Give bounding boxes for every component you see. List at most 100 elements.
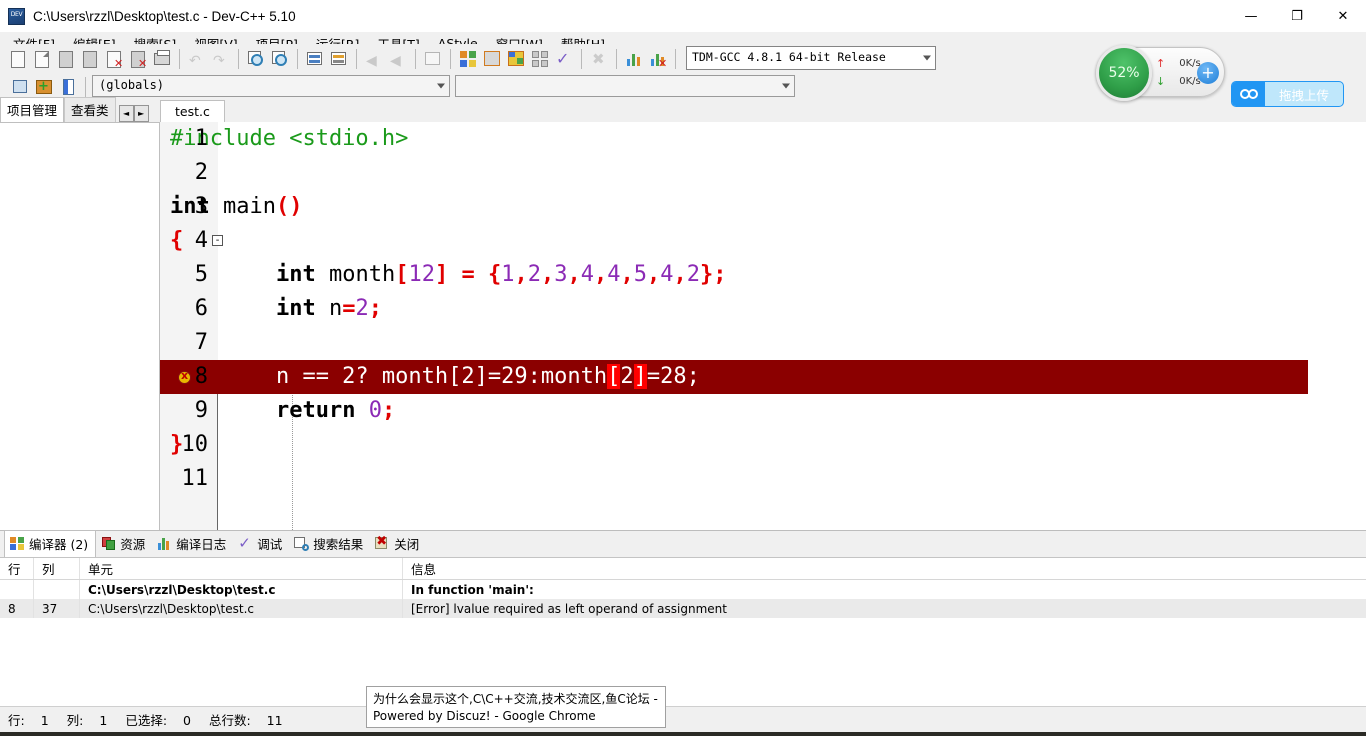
goto-line-icon[interactable] — [304, 48, 326, 70]
drag-upload-button[interactable]: 拖拽上传 — [1231, 81, 1344, 107]
table-row[interactable]: 8 37 C:\Users\rzzl\Desktop\test.c [Error] l… — [0, 599, 1366, 618]
code-token: , — [514, 262, 528, 287]
syntax-check-icon[interactable]: ✓ — [553, 48, 575, 70]
restore-button[interactable]: ❐ — [1274, 0, 1320, 32]
code-line[interactable]: 3 int main() — [160, 190, 1366, 224]
profile-chart-icon[interactable] — [623, 48, 645, 70]
rebuild-all-icon[interactable] — [529, 48, 551, 70]
error-marker-icon[interactable] — [178, 369, 191, 384]
code-line[interactable]: 1 #include <stdio.h> — [160, 122, 1366, 156]
open-file-icon[interactable] — [31, 48, 53, 70]
class-dropdown[interactable] — [455, 75, 795, 97]
project-options-icon[interactable] — [57, 76, 79, 98]
sidebar-tab-project[interactable]: 项目管理 — [0, 97, 65, 122]
sidebar-tab-classes[interactable]: 查看类 — [64, 97, 116, 122]
column-header-line: 行 — [0, 558, 34, 579]
stop-execution-icon[interactable]: ✖ — [588, 48, 610, 70]
cpu-usage-gauge: 52% — [1096, 45, 1152, 101]
browser-tooltip: 为什么会显示这个,C\C++交流,技术交流区,鱼C论坛 - Powered by… — [366, 686, 666, 728]
close-button[interactable]: ✕ — [1320, 0, 1366, 32]
title-bar: C:\Users\rzzl\Desktop\test.c - Dev-C++ 5… — [0, 0, 1366, 32]
app-icon — [8, 7, 25, 25]
scroll-left-icon[interactable]: ◄ — [118, 105, 134, 122]
chevron-down-icon — [437, 83, 445, 89]
bracket-highlight: [ — [607, 364, 621, 389]
code-line[interactable]: 2 — [160, 156, 1366, 190]
globals-dropdown[interactable]: (globals) — [92, 75, 450, 97]
editor-tab-bar: test.c — [160, 100, 1366, 122]
chevron-down-icon — [782, 83, 790, 89]
code-token: 2 — [355, 296, 369, 321]
tab-search-results[interactable]: 搜索结果 — [289, 531, 370, 557]
tab-close[interactable]: ✖ 关闭 — [370, 531, 426, 557]
code-line[interactable]: 8 n == 2? month[2]=29:month[2]=28; — [160, 360, 1366, 394]
fold-toggle-icon[interactable]: - — [212, 235, 223, 246]
add-to-project-icon[interactable]: + — [33, 76, 55, 98]
code-line[interactable]: 7 — [160, 326, 1366, 360]
nav-back-icon[interactable]: ◀ — [363, 48, 385, 70]
table-header: 行 列 单元 信息 — [0, 558, 1366, 580]
line-number: 11 — [181, 466, 209, 491]
code-line[interactable]: 5 int month[12] = {1,2,3,4,4,5,4,2}; — [160, 258, 1366, 292]
code-text: int month[12] = {1,2,3,4,4,5,4,2}; — [160, 262, 726, 287]
bookmark-icon[interactable] — [422, 48, 444, 70]
sidebar-tab-bar: 项目管理 查看类 ◄ ► — [0, 97, 160, 122]
print-icon[interactable] — [151, 48, 173, 70]
replace-icon[interactable] — [269, 48, 291, 70]
code-editor[interactable]: 1 #include <stdio.h> 2 3 int main() 4{5 int m… — [160, 122, 1366, 530]
search-icon — [294, 536, 310, 551]
toolbar-separator — [581, 49, 582, 69]
find-icon[interactable] — [245, 48, 267, 70]
taskbar — [0, 732, 1366, 736]
nav-forward-icon[interactable]: ◀ — [387, 48, 409, 70]
code-line[interactable]: 6 int n=2; — [160, 292, 1366, 326]
code-line[interactable]: 11 — [160, 462, 1366, 496]
code-line[interactable]: 4{ — [160, 224, 1366, 258]
close-file-icon[interactable]: ✕ — [103, 48, 125, 70]
code-token: 0 — [368, 398, 382, 423]
code-line[interactable]: 10} — [160, 428, 1366, 462]
code-token: () — [275, 194, 303, 219]
run-icon[interactable] — [481, 48, 503, 70]
tab-compiler[interactable]: 编译器 (2) — [4, 530, 97, 557]
undo-icon[interactable]: ↶ — [186, 48, 208, 70]
compiler-errors-table[interactable]: 行 列 单元 信息 C:\Users\rzzl\Desktop\test.c In… — [0, 557, 1366, 707]
code-token: 4 — [607, 262, 621, 287]
tab-compile-log-label: 编译日志 — [176, 537, 227, 552]
new-project-icon[interactable] — [9, 76, 31, 98]
scroll-right-icon[interactable]: ► — [133, 105, 149, 122]
compiler-set-dropdown[interactable]: TDM-GCC 4.8.1 64-bit Release — [686, 46, 936, 70]
dev-cpp-window: C:\Users\rzzl\Desktop\test.c - Dev-C++ 5… — [0, 0, 1366, 736]
network-speed-widget[interactable]: 52% ↑ 0K/s ↓ 0K/s + — [1096, 45, 1225, 101]
project-panel[interactable] — [0, 122, 160, 530]
compile-run-icon[interactable] — [505, 48, 527, 70]
compile-icon[interactable] — [457, 48, 479, 70]
error-highlighted-line[interactable]: n == 2? month[2]=29:month[2]=28; — [160, 360, 1308, 394]
new-file-icon[interactable] — [7, 48, 29, 70]
toggle-panel-icon[interactable] — [328, 48, 350, 70]
delete-profile-icon[interactable]: ✕ — [647, 48, 669, 70]
code-token: month — [315, 262, 396, 287]
editor-tab-test-c[interactable]: test.c — [160, 100, 225, 122]
code-token: , — [673, 262, 687, 287]
expand-widget-button[interactable]: + — [1197, 62, 1219, 84]
tab-compile-log[interactable]: 编译日志 — [152, 531, 233, 557]
code-token: 5 — [633, 262, 647, 287]
minimize-button[interactable]: — — [1228, 0, 1274, 32]
table-row[interactable]: C:\Users\rzzl\Desktop\test.c In function … — [0, 580, 1366, 599]
save-all-icon[interactable] — [79, 48, 101, 70]
save-file-icon[interactable] — [55, 48, 77, 70]
cpu-usage-value: 52% — [1108, 65, 1140, 81]
redo-icon[interactable]: ↷ — [210, 48, 232, 70]
code-token: return — [275, 398, 356, 423]
close-all-icon[interactable]: ✕ — [127, 48, 149, 70]
tab-resources[interactable]: 资源 — [96, 531, 152, 557]
status-col-value: 1 — [99, 713, 108, 728]
code-token: , — [540, 262, 555, 287]
line-number: 6 — [194, 296, 208, 321]
tab-debug[interactable]: ✓ 调试 — [233, 531, 289, 557]
code-token: int — [275, 262, 316, 287]
grid-icon — [10, 536, 25, 551]
code-line[interactable]: 9 return 0; — [160, 394, 1366, 428]
